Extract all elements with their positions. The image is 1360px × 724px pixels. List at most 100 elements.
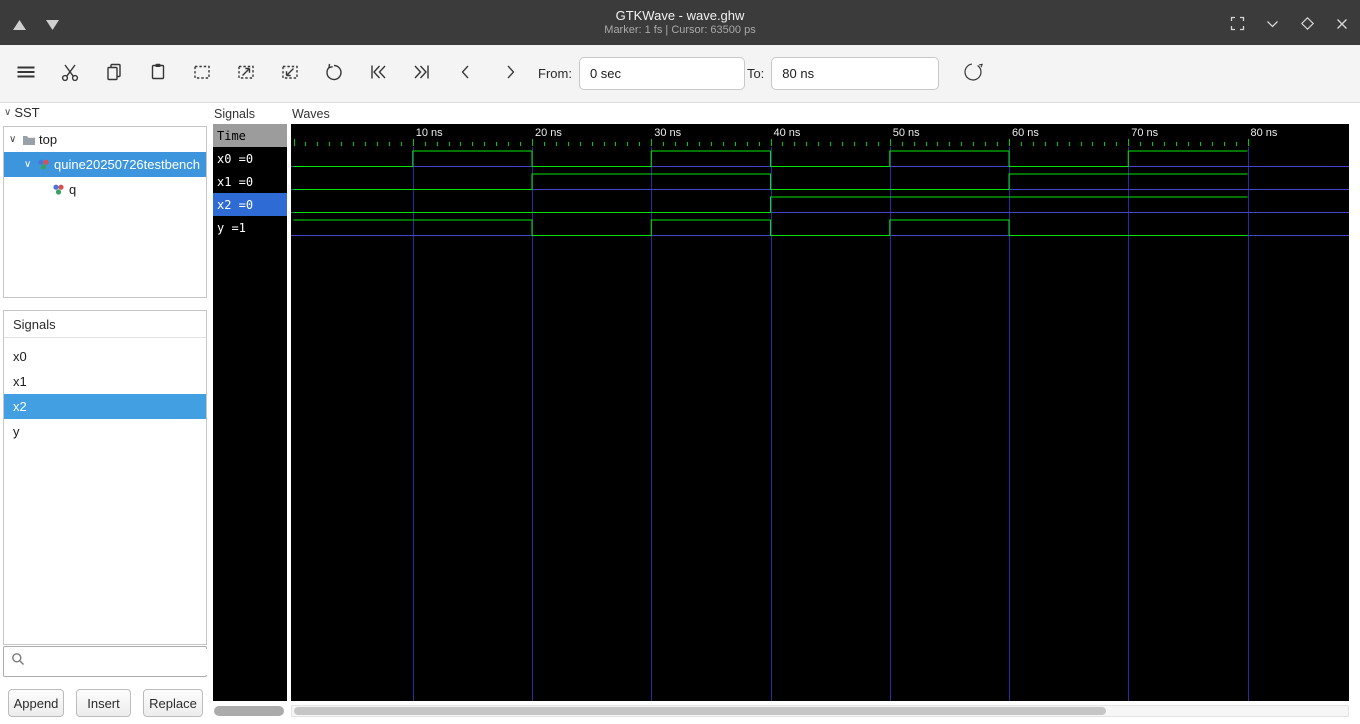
- copy-button[interactable]: [96, 56, 132, 92]
- sst-expander-icon[interactable]: ∨: [4, 107, 11, 118]
- timeline-ruler[interactable]: 10 ns 20 ns 30 ns 40 ns 50 ns 60 ns 70 ns 80 ns: [291, 124, 1349, 147]
- signal-list-item-x2[interactable]: x2: [4, 394, 206, 419]
- wave-name-x1[interactable]: x1 =0: [213, 170, 287, 193]
- signal-list-item-y[interactable]: y: [4, 419, 206, 444]
- menu-button[interactable]: [8, 56, 44, 92]
- module-icon: [37, 158, 54, 171]
- search-icon: [11, 652, 25, 671]
- scissors-icon: [59, 61, 81, 86]
- wave-name-y[interactable]: y =1: [213, 216, 287, 239]
- undo-button[interactable]: [316, 56, 352, 92]
- wave-names-panel: Time x0 =0 x1 =0 x2 =0 y =1: [213, 124, 287, 701]
- waves-hscrollbar-thumb[interactable]: [294, 707, 1106, 715]
- chevron-right-icon: [499, 61, 521, 86]
- signal-list-item-x0[interactable]: x0: [4, 344, 206, 369]
- names-hscrollbar-thumb[interactable]: [214, 706, 284, 716]
- to-label: To:: [746, 66, 765, 81]
- insert-button[interactable]: Insert: [76, 689, 131, 717]
- signal-search-box: [3, 646, 210, 677]
- hamburger-menu-icon: [15, 61, 37, 86]
- triangle-up-icon: [13, 18, 26, 33]
- wave-name-x0[interactable]: x0 =0: [213, 147, 287, 170]
- wave-name-list: x0 =0 x1 =0 x2 =0 y =1: [213, 147, 287, 239]
- sst-tree: ∨ top ∨ quine20250726testbench q: [3, 126, 207, 298]
- reload-circle-icon: [961, 60, 985, 87]
- sst-label: SST: [14, 105, 40, 120]
- timeline-tick-label: 10 ns: [415, 127, 443, 139]
- reload-button[interactable]: [955, 56, 991, 92]
- tree-item-label: q: [69, 182, 77, 197]
- sst-button-row: Append Insert Replace: [3, 689, 208, 717]
- cut-button[interactable]: [52, 56, 88, 92]
- minimize-button[interactable]: [1264, 15, 1281, 35]
- chevron-expanded-icon[interactable]: ∨: [9, 134, 22, 145]
- wave-canvas[interactable]: [291, 124, 1349, 701]
- skip-to-end-button[interactable]: [404, 56, 440, 92]
- waves-hscrollbar: [291, 705, 1349, 717]
- tree-item-quine20250726testbench[interactable]: ∨ quine20250726testbench: [4, 152, 206, 177]
- tree-item-label: top: [39, 132, 58, 147]
- window-title: GTKWave - wave.ghw: [615, 8, 745, 23]
- chevron-expanded-icon[interactable]: ∨: [24, 159, 37, 170]
- close-button[interactable]: [1334, 16, 1350, 35]
- triangle-down-button[interactable]: [45, 17, 60, 34]
- shift-left-button[interactable]: [448, 56, 484, 92]
- replace-button[interactable]: Replace: [143, 689, 203, 717]
- sst-section-header: ∨ SST: [4, 105, 40, 120]
- timeline-tick-label: 80 ns: [1250, 127, 1278, 139]
- zoom-fit-button[interactable]: [184, 56, 220, 92]
- append-button[interactable]: Append: [8, 689, 64, 717]
- timeline-tick-label: 30 ns: [654, 127, 682, 139]
- timeline-tick-label: 20 ns: [535, 127, 562, 139]
- shift-right-button[interactable]: [492, 56, 528, 92]
- tree-item-q[interactable]: q: [4, 177, 206, 202]
- dashed-box-icon: [191, 61, 213, 86]
- timeline-tick-label: 60 ns: [1012, 127, 1039, 139]
- from-label: From:: [538, 66, 572, 81]
- maximize-button[interactable]: [1299, 15, 1316, 35]
- close-icon: [1335, 17, 1349, 34]
- tree-item-top[interactable]: ∨ top: [4, 127, 206, 152]
- search-input[interactable]: [30, 648, 210, 675]
- wave-name-x2[interactable]: x2 =0: [213, 193, 287, 216]
- chevron-left-icon: [455, 61, 477, 86]
- gtkwave-window: GTKWave - wave.ghw Marker: 1 fs | Cursor…: [0, 0, 1360, 724]
- fit-window-button[interactable]: [1229, 15, 1246, 35]
- tree-item-label: quine20250726testbench: [54, 157, 201, 172]
- waves-panel-title: Waves: [292, 107, 330, 121]
- triangle-down-icon: [46, 18, 59, 33]
- signal-list: x0 x1 x2 y: [4, 338, 206, 444]
- names-hscrollbar: [213, 706, 287, 717]
- diamond-icon: [1300, 16, 1315, 34]
- skip-to-start-button[interactable]: [360, 56, 396, 92]
- folder-icon: [22, 134, 39, 146]
- triangle-up-button[interactable]: [12, 17, 27, 34]
- sst-signals-box: Signals x0 x1 x2 y: [3, 310, 207, 645]
- marker-cursor-status: Marker: 1 fs | Cursor: 63500 ps: [604, 24, 756, 36]
- titlebar-left-controls: [12, 17, 60, 34]
- dashed-box-arrow-out-icon: [235, 61, 257, 86]
- window-controls: [1229, 15, 1350, 35]
- from-input[interactable]: [578, 57, 745, 90]
- zoom-in-button[interactable]: [228, 56, 264, 92]
- signals-list-header: Signals: [4, 311, 206, 338]
- fit-corners-icon: [1230, 16, 1245, 34]
- signals-panel-title: Signals: [214, 107, 255, 121]
- signal-list-item-x1[interactable]: x1: [4, 369, 206, 394]
- to-input[interactable]: [771, 57, 940, 90]
- dashed-box-arrow-in-icon: [279, 61, 301, 86]
- copy-icon: [103, 61, 125, 86]
- timeline-tick-label: 70 ns: [1131, 127, 1159, 139]
- zoom-out-button[interactable]: [272, 56, 308, 92]
- timeline-tick-label: 50 ns: [892, 127, 920, 139]
- paste-button[interactable]: [140, 56, 176, 92]
- chevron-down-icon: [1265, 16, 1280, 34]
- clipboard-icon: [147, 61, 169, 86]
- timeline-tick-label: 40 ns: [773, 127, 801, 139]
- skip-start-icon: [367, 61, 389, 86]
- skip-end-icon: [411, 61, 433, 86]
- titlebar: GTKWave - wave.ghw Marker: 1 fs | Cursor…: [0, 0, 1360, 45]
- time-header[interactable]: Time: [213, 124, 287, 147]
- undo-arrow-icon: [323, 61, 345, 86]
- module-icon: [52, 183, 69, 196]
